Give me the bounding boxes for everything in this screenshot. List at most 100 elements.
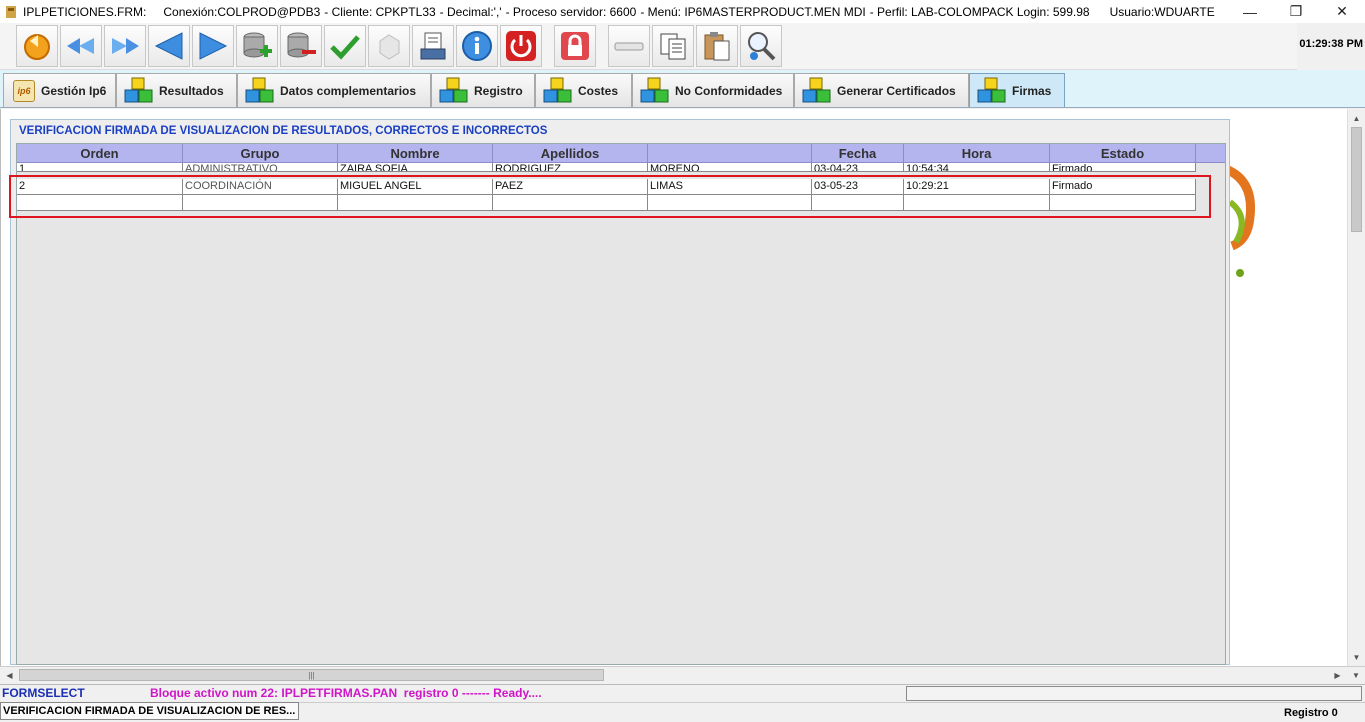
magnifier-icon [748,32,776,61]
restore-icon: ❐ [1289,3,1303,19]
vertical-scroll-thumb[interactable] [1351,127,1362,232]
tab-costes[interactable]: Costes [535,73,632,107]
tab-strip: ip6 Gestión Ip6 Resultados Datos complem… [0,70,1365,108]
tab-firmas[interactable]: Firmas [969,73,1065,107]
horizontal-scrollbar[interactable]: ◀ ||| ▶ [0,666,1347,683]
power-icon [506,31,536,61]
horizontal-scroll-thumb[interactable]: ||| [19,669,604,681]
scroll-corner-down-icon[interactable]: ▼ [1347,666,1365,683]
title-client: - Cliente: CPKPTL33 [324,4,436,19]
scroll-right-icon[interactable]: ▶ [1329,667,1346,683]
column-header-blank[interactable] [648,144,812,163]
tab-datos-complementarios[interactable]: Datos complementarios [237,73,431,107]
find-button[interactable] [740,25,782,67]
clear-button[interactable] [368,25,410,67]
tab-label: Costes [578,83,619,98]
paste-icon [704,32,730,61]
cell-orden[interactable]: 1 [17,163,183,172]
scroll-left-icon[interactable]: ◀ [1,667,18,683]
cubes-icon [543,77,572,102]
column-header-nombre[interactable]: Nombre [338,144,493,163]
tab-gestion-ip6[interactable]: ip6 Gestión Ip6 [3,73,116,107]
column-header-apellidos[interactable]: Apellidos [493,144,648,163]
copy-icon [660,33,686,60]
column-header-fecha[interactable]: Fecha [812,144,904,163]
title-menu: - Menú: IP6MASTERPRODUCT.MEN MDI [640,4,866,19]
toolbar [0,23,1297,70]
database-add-icon [243,32,272,58]
column-header-estado[interactable]: Estado [1050,144,1196,163]
database-remove-icon [287,32,316,58]
grip-icon: ||| [308,670,315,680]
cell-apellidos[interactable]: RODRIGUEZ [493,163,648,172]
restore-button[interactable]: ❐ [1273,0,1319,23]
status-message: Bloque activo num 22: IPLPETFIRMAS.PAN r… [150,686,542,700]
exit-button[interactable] [500,25,542,67]
cell-fecha[interactable]: 03-04-23 [812,163,904,172]
lock-button[interactable] [554,25,596,67]
undo-button[interactable] [16,25,58,67]
info-button[interactable] [456,25,498,67]
minimize-button[interactable]: — [1227,0,1273,23]
vertical-scrollbar[interactable]: ▲ ▼ [1347,109,1365,666]
cell-hora[interactable]: 10:54:34 [904,163,1050,172]
ip6-logo-icon: ip6 [13,79,35,102]
close-window-button[interactable]: ✕ [1319,0,1365,23]
table-row[interactable]: 1 ADMINISTRATIVO ZAIRA SOFIA RODRIGUEZ M… [17,163,1196,172]
title-bar: IPLPETICIONES.FRM: Conexión:COLPROD@PDB3… [0,0,1365,23]
delete-record-button[interactable] [280,25,322,67]
scroll-up-icon[interactable]: ▲ [1348,110,1365,126]
cubes-icon [977,77,1006,102]
column-header-filler [1196,144,1225,163]
column-header-hora[interactable]: Hora [904,144,1050,163]
tab-label: Resultados [159,83,224,98]
app-icon [6,5,16,18]
next-button[interactable] [192,25,234,67]
column-header-orden[interactable]: Orden [17,144,183,163]
title-process: - Proceso servidor: 6600 [505,4,637,19]
tab-no-conformidades[interactable]: No Conformidades [632,73,794,107]
info-icon [462,31,492,61]
copy-button[interactable] [652,25,694,67]
title-profile: - Perfil: LAB-COLOMPACK Login: 599.98 [869,4,1090,19]
cell-apellido2[interactable]: MORENO [648,163,812,172]
undo-icon [24,34,50,60]
cell-nombre[interactable]: ZAIRA SOFIA [338,163,493,172]
tab-label: Generar Certificados [837,83,956,98]
last-record-button[interactable] [104,25,146,67]
tab-resultados[interactable]: Resultados [116,73,237,107]
accept-button[interactable] [324,25,366,67]
tab-label: Firmas [1012,83,1052,98]
printer-icon [420,32,446,60]
cell-estado[interactable]: Firmado [1050,163,1196,172]
blank-button[interactable] [608,25,650,67]
lock-icon [561,32,589,60]
cubes-icon [124,77,153,102]
scroll-down-icon[interactable]: ▼ [1348,649,1365,665]
cell-grupo[interactable]: ADMINISTRATIVO [183,163,338,172]
clock: 01:29:38 PM [1299,38,1363,50]
cubes-icon [640,77,669,102]
cubes-icon [802,77,831,102]
checkmark-icon [330,35,360,60]
tab-registro[interactable]: Registro [431,73,535,107]
blank-icon [614,42,644,51]
cubes-icon [245,77,274,102]
paste-button[interactable] [696,25,738,67]
cubes-icon [439,77,468,102]
row-highlight-annotation [9,175,1211,218]
previous-button[interactable] [148,25,190,67]
insert-record-button[interactable] [236,25,278,67]
right-triangle-icon [199,32,228,60]
column-header-grupo[interactable]: Grupo [183,144,338,163]
close-icon: ✕ [1336,3,1348,19]
status-field [906,686,1362,701]
eraser-icon [379,34,400,60]
tab-label: Registro [474,83,523,98]
first-record-button[interactable] [60,25,102,67]
minimized-window-caption[interactable]: VERIFICACION FIRMADA DE VISUALIZACION DE… [0,702,299,720]
tab-label: No Conformidades [675,83,783,98]
signatures-grid: Orden Grupo Nombre Apellidos Fecha Hora … [16,143,1226,665]
print-button[interactable] [412,25,454,67]
tab-generar-certificados[interactable]: Generar Certificados [794,73,969,107]
